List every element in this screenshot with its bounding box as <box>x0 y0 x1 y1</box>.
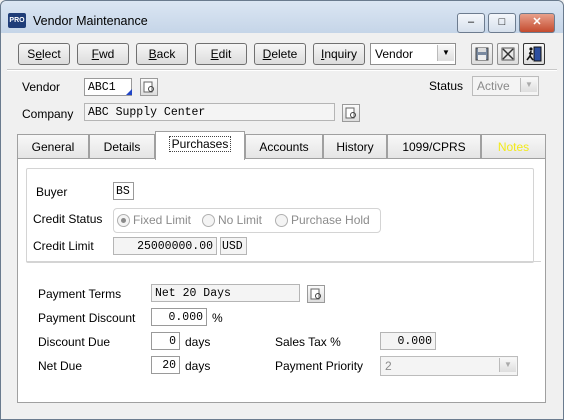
tab-purchases[interactable]: Purchases <box>155 131 245 160</box>
chevron-down-icon: ▼ <box>499 358 516 372</box>
discount-due-field[interactable]: 0 <box>151 332 180 350</box>
net-due-unit: days <box>185 359 211 373</box>
sales-tax-field[interactable]: 0.000 <box>380 332 436 350</box>
vendor-lookup-button[interactable] <box>140 78 158 96</box>
delete-button-accel: D <box>262 47 272 61</box>
purchase-hold-radio[interactable] <box>275 214 288 227</box>
delete-button-label: elete <box>271 47 298 61</box>
lookup-icon <box>345 107 356 119</box>
payment-discount-field[interactable]: 0.000 <box>151 308 207 326</box>
back-button-accel: B <box>148 47 157 61</box>
net-due-label: Net Due <box>38 359 83 373</box>
payment-terms-field[interactable]: Net 20 Days <box>151 284 300 302</box>
payment-priority-value: 2 <box>385 359 392 373</box>
fixed-limit-label: Fixed Limit <box>133 213 192 227</box>
toolbar-separator <box>7 69 557 71</box>
fwd-button[interactable]: Fwd <box>77 43 129 65</box>
tab-general-label: General <box>31 140 75 154</box>
payment-priority-select[interactable]: 2 ▼ <box>380 356 518 376</box>
tab-details[interactable]: Details <box>89 134 155 159</box>
panel-divider <box>26 261 541 262</box>
vendor-maintenance-window: PRO Vendor Maintenance ‒ □ ✕ Select Fwd … <box>0 0 564 420</box>
chevron-down-icon: ▼ <box>520 78 537 92</box>
credit-limit-label: Credit Limit <box>33 239 94 253</box>
tab-purchases-label: Purchases <box>168 136 232 152</box>
select-button-label-rest: lect <box>42 47 61 61</box>
mode-select-value: Vendor <box>375 47 414 61</box>
exit-button[interactable] <box>523 43 545 65</box>
cancel-icon <box>501 47 515 61</box>
chevron-down-icon: ▼ <box>437 45 454 61</box>
net-due-field[interactable]: 20 <box>151 356 180 374</box>
vendor-field[interactable]: ABC1 <box>84 78 132 96</box>
fwd-button-accel: F <box>91 47 99 61</box>
credit-status-label: Credit Status <box>33 212 103 226</box>
fwd-button-label: wd <box>99 47 115 61</box>
edit-button-label: dit <box>218 47 232 61</box>
payment-priority-label: Payment Priority <box>275 359 364 373</box>
no-limit-label: No Limit <box>218 213 263 227</box>
tab-1099-cprs[interactable]: 1099/CPRS <box>387 134 481 159</box>
maximize-button[interactable]: □ <box>488 13 516 33</box>
payment-terms-lookup-button[interactable] <box>307 285 325 303</box>
app-icon: PRO <box>8 13 26 28</box>
percent-sign: % <box>212 311 223 325</box>
tab-notes-label: Notes <box>497 140 530 154</box>
exit-door-icon <box>526 46 542 62</box>
payment-terms-label: Payment Terms <box>38 287 122 301</box>
inquiry-button-label: nquiry <box>324 47 358 61</box>
status-value: Active <box>477 79 510 93</box>
select-button-accel: e <box>35 47 42 61</box>
buyer-label: Buyer <box>36 185 68 199</box>
tab-history[interactable]: History <box>323 134 387 159</box>
tab-details-label: Details <box>103 140 141 154</box>
vendor-label: Vendor <box>22 80 61 94</box>
title-bar[interactable]: PRO Vendor Maintenance ‒ □ ✕ <box>1 1 563 33</box>
credit-limit-field[interactable]: 25000000.00 <box>113 237 217 255</box>
minimize-button[interactable]: ‒ <box>457 13 485 33</box>
select-button[interactable]: Select <box>18 43 70 65</box>
company-lookup-button[interactable] <box>342 104 360 122</box>
status-label: Status <box>429 79 464 93</box>
status-select[interactable]: Active ▼ <box>472 76 539 96</box>
tab-notes[interactable]: Notes <box>481 134 546 159</box>
cancel-button[interactable] <box>497 43 519 65</box>
tab-1099-cprs-label: 1099/CPRS <box>402 140 466 154</box>
discount-due-label: Discount Due <box>38 335 111 349</box>
close-button[interactable]: ✕ <box>519 13 555 33</box>
save-button[interactable] <box>471 43 493 65</box>
sales-tax-label: Sales Tax % <box>275 335 341 349</box>
inquiry-button[interactable]: Inquiry <box>313 43 365 65</box>
company-label: Company <box>22 107 74 121</box>
edit-button[interactable]: Edit <box>195 43 247 65</box>
lookup-icon <box>143 81 154 93</box>
payment-discount-label: Payment Discount <box>38 311 136 325</box>
delete-button[interactable]: Delete <box>254 43 306 65</box>
tab-accounts-label: Accounts <box>259 140 309 154</box>
field-corner-marker-icon <box>126 89 132 95</box>
floppy-disk-icon <box>475 47 489 61</box>
tab-general[interactable]: General <box>17 134 89 159</box>
no-limit-radio[interactable] <box>202 214 215 227</box>
lookup-icon <box>310 288 321 300</box>
fixed-limit-radio[interactable] <box>117 214 130 227</box>
back-button-label: ack <box>156 47 176 61</box>
discount-due-unit: days <box>185 335 211 349</box>
tab-accounts[interactable]: Accounts <box>245 134 323 159</box>
company-field[interactable]: ABC Supply Center <box>84 103 335 121</box>
buyer-field[interactable]: BS <box>113 182 134 200</box>
purchases-panel: Buyer BS Credit Status Fixed Limit No Li… <box>17 158 546 403</box>
tab-history-label: History <box>336 140 374 154</box>
edit-button-accel: E <box>210 47 219 61</box>
mode-select[interactable]: Vendor ▼ <box>370 43 456 65</box>
window-title: Vendor Maintenance <box>33 14 148 28</box>
back-button[interactable]: Back <box>136 43 188 65</box>
currency-field[interactable]: USD <box>220 237 247 255</box>
purchase-hold-label: Purchase Hold <box>291 213 370 227</box>
